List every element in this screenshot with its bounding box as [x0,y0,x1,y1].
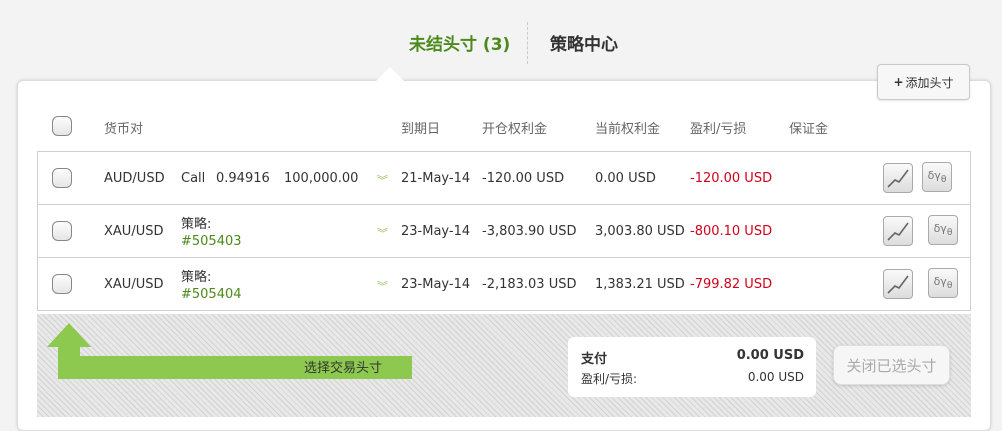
current-premium-cell: 0.00 USD [595,171,656,186]
line-chart-icon[interactable] [883,269,913,299]
table-row[interactable]: XAU/USD 策略: #505403 ︾ 23-May-14 -3,803.9… [38,205,970,258]
column-header-expiry: 到期日 [401,122,441,137]
greeks-icon[interactable]: δγθ [922,162,952,192]
column-header-open-premium: 开仓权利金 [482,122,548,137]
strategy-id-link[interactable]: #505403 [181,234,242,249]
close-selected-button[interactable]: 关闭已选头寸 [833,345,950,385]
payment-label: 支付 [581,352,608,367]
expiry-cell: 21-May-14 [401,171,471,186]
line-chart-icon[interactable] [883,216,913,246]
table-row[interactable]: AUD/USD Call 0.94916 100,000.00 ︾ 21-May… [38,152,970,205]
expand-chevron-icon[interactable]: ︾ [377,172,388,188]
positions-table: AUD/USD Call 0.94916 100,000.00 ︾ 21-May… [37,151,971,311]
tab-divider [527,22,528,64]
footer-bar [37,314,971,417]
pair-cell: AUD/USD [104,171,165,186]
summary-pnl-label: 盈利/亏损: [581,372,638,386]
strategy-label: 策略: [181,217,212,232]
strategy-id-link[interactable]: #505404 [181,287,242,302]
expiry-cell: 23-May-14 [401,277,471,292]
add-position-button[interactable]: + 添加头寸 [877,64,970,100]
open-premium-cell: -2,183.03 USD [482,277,577,292]
table-row[interactable]: XAU/USD 策略: #505404 ︾ 23-May-14 -2,183.0… [38,258,970,311]
tab-strategy-center[interactable]: 策略中心 [550,30,618,55]
current-premium-cell: 3,003.80 USD [595,224,685,239]
payment-value: 0.00 USD [736,348,804,363]
options-positions-page: 未结头寸 (3) 策略中心 + 添加头寸 货币对 到期日 开仓权利金 当前权利金… [0,0,1002,431]
strike-cell: 0.94916 [216,171,270,186]
tab-bar: 未结头寸 (3) 策略中心 [0,22,1002,64]
row-checkbox[interactable] [52,221,72,241]
pair-cell: XAU/USD [104,224,164,239]
column-header-margin: 保证金 [789,122,829,137]
tab-pointer [376,67,404,81]
select-all-checkbox[interactable] [52,116,72,136]
line-chart-icon[interactable] [883,163,913,193]
open-premium-cell: -120.00 USD [482,171,565,186]
expiry-cell: 23-May-14 [401,224,471,239]
expand-chevron-icon[interactable]: ︾ [377,225,388,241]
column-header-pair: 货币对 [104,122,144,137]
expand-chevron-icon[interactable]: ︾ [377,278,388,294]
amount-cell: 100,000.00 [284,171,359,186]
select-hint-label: 选择交易头寸 [304,361,383,376]
greeks-icon[interactable]: δγθ [928,268,958,298]
pair-cell: XAU/USD [104,277,164,292]
plus-icon: + [893,75,904,89]
column-header-pnl: 盈利/亏损 [690,122,747,137]
greeks-icon[interactable]: δγθ [928,215,958,245]
tab-open-positions[interactable]: 未结头寸 (3) [409,30,510,55]
row-checkbox[interactable] [52,168,72,188]
summary-pnl-value: 0.00 USD [747,370,804,384]
option-type-cell: Call [181,171,206,186]
open-premium-cell: -3,803.90 USD [482,224,577,239]
add-position-label: 添加头寸 [905,75,954,90]
current-premium-cell: 1,383.21 USD [595,277,685,292]
column-header-current-premium: 当前权利金 [595,122,661,137]
row-checkbox[interactable] [52,274,72,294]
pnl-cell: -799.82 USD [690,277,773,292]
pnl-cell: -800.10 USD [690,224,773,239]
pnl-cell: -120.00 USD [690,171,773,186]
payment-summary: 支付 0.00 USD 盈利/亏损: 0.00 USD [568,337,816,397]
strategy-label: 策略: [181,270,212,285]
